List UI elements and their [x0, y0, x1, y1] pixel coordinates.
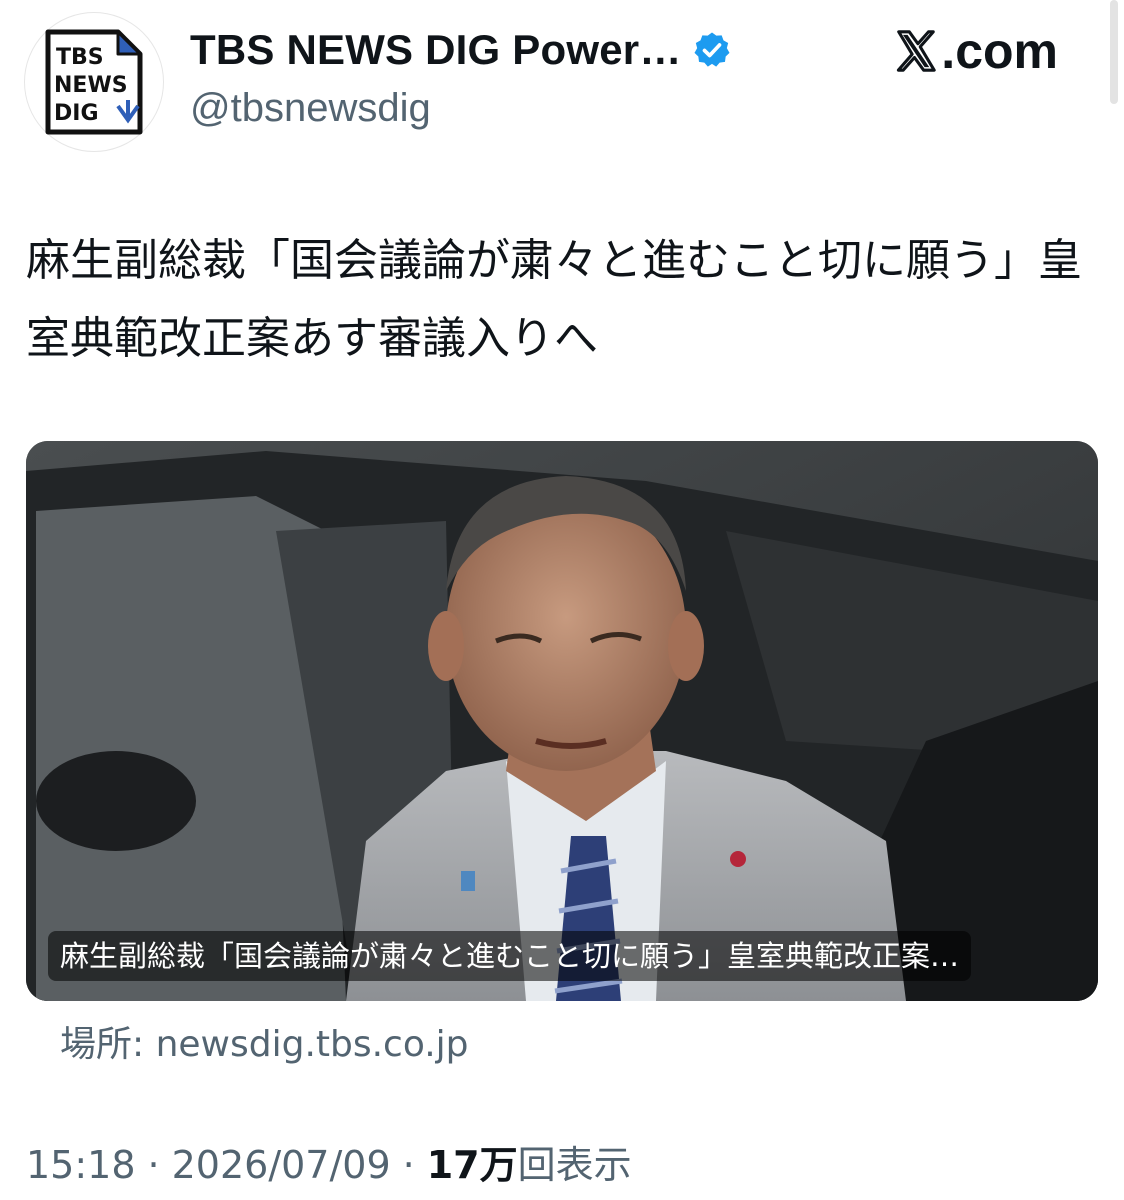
tweet-time[interactable]: 15:18 [26, 1143, 136, 1187]
tweet-date[interactable]: 2026/07/09 [172, 1143, 391, 1187]
source-site-label: .com [941, 23, 1058, 79]
verified-badge-icon [694, 32, 730, 67]
link-card[interactable]: 麻生副総裁「国会議論が粛々と進むこと切に願う」皇室典範改正案… [26, 441, 1098, 1001]
views-count: 17万 [426, 1143, 518, 1187]
tweet-meta: 15:18 · 2026/07/09 · 17万 回表示 [26, 1134, 632, 1189]
handle[interactable]: @tbsnewsdig [190, 86, 431, 131]
views-label: 回表示 [517, 1143, 632, 1187]
meta-separator: · [402, 1143, 415, 1187]
card-domain[interactable]: 場所: newsdig.tbs.co.jp [60, 1015, 469, 1067]
logo-text-line-2: NEWS [54, 73, 128, 98]
tbs-news-dig-logo: TBS NEWS DIG [45, 29, 143, 135]
author-name-row[interactable]: TBS NEWS DIG Power… [190, 22, 732, 78]
avatar[interactable]: TBS NEWS DIG [24, 12, 164, 152]
x-logo-icon [897, 30, 937, 72]
display-name[interactable]: TBS NEWS DIG Power… [190, 26, 682, 74]
logo-text-line-1: TBS [56, 45, 104, 70]
card-photo [26, 441, 1098, 1001]
scrollbar[interactable] [1110, 0, 1118, 104]
card-title: 麻生副総裁「国会議論が粛々と進むこと切に願う」皇室典範改正案… [48, 931, 972, 981]
tweet-text: 麻生副総裁「国会議論が粛々と進むこと切に願う」皇室典範改正案あす審議入りへ [26, 235, 1082, 364]
x-com-source[interactable]: .com [893, 22, 1058, 80]
meta-separator: · [147, 1143, 160, 1187]
logo-text-line-3: DIG [54, 101, 99, 126]
